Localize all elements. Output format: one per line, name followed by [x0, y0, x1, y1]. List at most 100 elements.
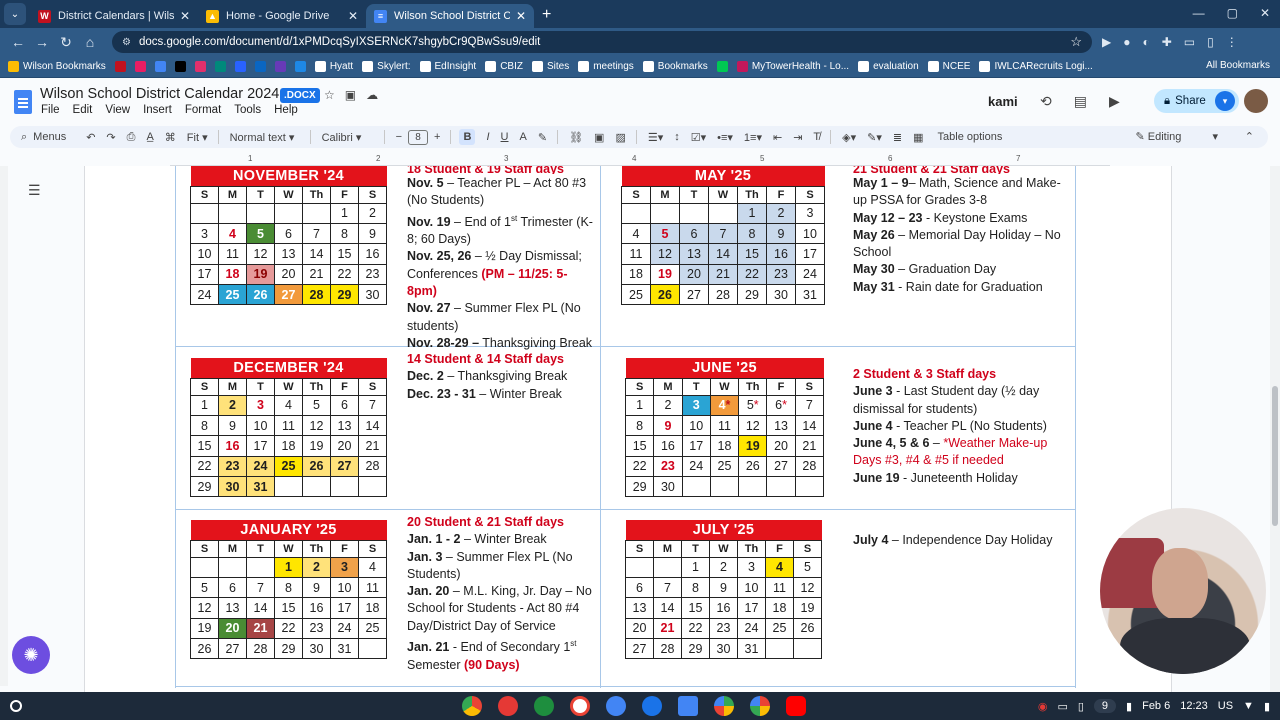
day-cell[interactable]: 4 [274, 394, 303, 416]
day-cell[interactable]: 12 [190, 597, 219, 619]
day-cell[interactable]: 11 [621, 243, 651, 265]
day-cell[interactable]: 15 [737, 243, 767, 265]
align-icon[interactable]: ☰▾ [648, 131, 663, 144]
shelf-locale[interactable]: US [1218, 700, 1233, 712]
decrease-font-icon[interactable]: − [396, 131, 402, 143]
browser-tab[interactable]: ▲ Home - Google Drive ✕ [198, 4, 366, 28]
day-cell[interactable]: 2 [358, 202, 387, 224]
day-cell[interactable]: 16 [653, 435, 683, 457]
day-cell[interactable]: 3 [737, 556, 766, 578]
day-cell[interactable]: 14 [302, 243, 331, 265]
bullet-list-icon[interactable]: •≡▾ [717, 131, 733, 144]
day-cell[interactable]: 22 [737, 263, 767, 286]
day-cell[interactable]: 9 [653, 414, 683, 437]
day-cell[interactable]: 14 [708, 243, 738, 265]
day-cell[interactable]: 14 [653, 597, 682, 619]
day-cell[interactable]: 30 [218, 476, 247, 498]
day-cell[interactable]: 17 [737, 597, 766, 619]
day-cell[interactable]: 18 [274, 435, 303, 457]
close-tab-icon[interactable]: ✕ [516, 9, 526, 23]
undo-icon[interactable]: ↶ [86, 131, 95, 144]
style-select[interactable]: Normal text ▾ [230, 131, 300, 144]
day-cell[interactable]: 8 [330, 222, 359, 245]
day-cell[interactable] [274, 202, 303, 224]
day-cell[interactable] [653, 556, 682, 578]
day-cell[interactable]: 29 [737, 284, 767, 306]
browser-tab[interactable]: W District Calendars | Wilson Sch ✕ [30, 4, 198, 28]
all-bookmarks[interactable]: All Bookmarks [1206, 60, 1270, 71]
day-cell[interactable]: 23 [653, 455, 683, 478]
day-cell[interactable]: 9 [358, 222, 387, 245]
new-tab-button[interactable]: + [542, 6, 551, 24]
bookmark-item[interactable] [254, 61, 266, 72]
day-cell[interactable] [274, 476, 303, 498]
document-title[interactable]: Wilson School District Calendar 2024-202… [40, 86, 316, 102]
horizontal-ruler[interactable]: 1 2 3 4 5 6 7 [170, 152, 1110, 166]
day-cell[interactable]: 26 [246, 284, 275, 306]
increase-indent-icon[interactable]: ⇥ [793, 131, 802, 144]
bookmark-item[interactable] [134, 61, 146, 72]
day-cell[interactable]: 17 [246, 435, 275, 457]
day-cell[interactable]: 5 [302, 394, 331, 416]
launcher-icon[interactable] [10, 700, 22, 712]
chevron-down-icon[interactable]: ▾ [1215, 91, 1235, 111]
browser-tab[interactable]: ≡ Wilson School District Calenda ✕ [366, 4, 534, 28]
day-cell[interactable]: 21 [302, 263, 331, 286]
status-tray[interactable]: ◉ ▭ ▯ 9 ▮ Feb 6 12:23 US ▼ ▮ [1038, 699, 1270, 713]
day-cell[interactable]: 10 [795, 222, 825, 245]
day-cell[interactable] [302, 476, 331, 498]
day-cell[interactable]: 30 [653, 476, 683, 498]
day-cell[interactable]: 6* [766, 394, 796, 416]
day-cell[interactable]: 2 [709, 556, 738, 578]
bookmark-item[interactable] [234, 61, 246, 72]
day-cell[interactable]: 19 [246, 263, 275, 286]
day-cell[interactable]: 22 [274, 617, 303, 640]
redo-icon[interactable]: ↷ [106, 131, 115, 144]
checklist-icon[interactable]: ☑▾ [691, 131, 706, 144]
day-cell[interactable]: 15 [190, 435, 219, 457]
bookmark-item[interactable]: EdInsight [419, 61, 476, 72]
day-cell[interactable]: 17 [190, 263, 219, 286]
day-cell[interactable]: 20 [679, 263, 709, 286]
day-cell[interactable]: 19 [650, 263, 680, 286]
home-icon[interactable]: ⌂ [78, 34, 102, 50]
bookmark-item[interactable] [154, 61, 166, 72]
day-cell[interactable]: 20 [330, 435, 359, 457]
day-cell[interactable]: 16 [709, 597, 738, 619]
day-cell[interactable]: 28 [794, 455, 825, 478]
day-cell[interactable]: 5 [793, 556, 822, 578]
day-cell[interactable]: 25 [218, 284, 247, 306]
day-cell[interactable]: 13 [625, 597, 654, 619]
day-cell[interactable]: 20 [625, 617, 654, 640]
day-cell[interactable] [679, 202, 709, 224]
day-cell[interactable]: 12 [793, 576, 822, 599]
day-cell[interactable]: 8 [274, 576, 303, 599]
day-cell[interactable]: 11 [709, 414, 740, 437]
day-cell[interactable]: 2 [302, 556, 331, 578]
vertical-ruler[interactable] [0, 166, 8, 686]
bookmark-item[interactable] [194, 61, 206, 72]
day-cell[interactable]: 23 [358, 263, 387, 286]
border-color-icon[interactable]: ✎▾ [867, 131, 882, 144]
day-cell[interactable]: 26 [302, 455, 331, 478]
notification-count[interactable]: 9 [1093, 699, 1117, 713]
day-cell[interactable]: 29 [274, 638, 303, 660]
forward-icon[interactable]: → [30, 34, 54, 50]
day-cell[interactable]: 23 [709, 617, 738, 640]
day-cell[interactable]: 28 [302, 284, 331, 306]
menu-format[interactable]: Format [185, 104, 221, 116]
day-cell[interactable]: 6 [625, 576, 654, 599]
day-cell[interactable]: 15 [624, 435, 655, 457]
day-cell[interactable]: 5 [190, 576, 219, 599]
day-cell[interactable]: 31 [795, 284, 825, 306]
day-cell[interactable] [358, 476, 387, 498]
bookmark-item[interactable] [294, 61, 306, 72]
day-cell[interactable]: 5 [246, 222, 275, 245]
day-cell[interactable]: 25 [274, 455, 303, 478]
menu-help[interactable]: Help [274, 104, 298, 116]
record-icon[interactable]: ◉ [1038, 700, 1048, 713]
day-cell[interactable]: 12 [246, 243, 275, 265]
close-tab-icon[interactable]: ✕ [348, 9, 358, 23]
day-cell[interactable]: 13 [274, 243, 303, 265]
day-cell[interactable]: 31 [737, 638, 766, 660]
